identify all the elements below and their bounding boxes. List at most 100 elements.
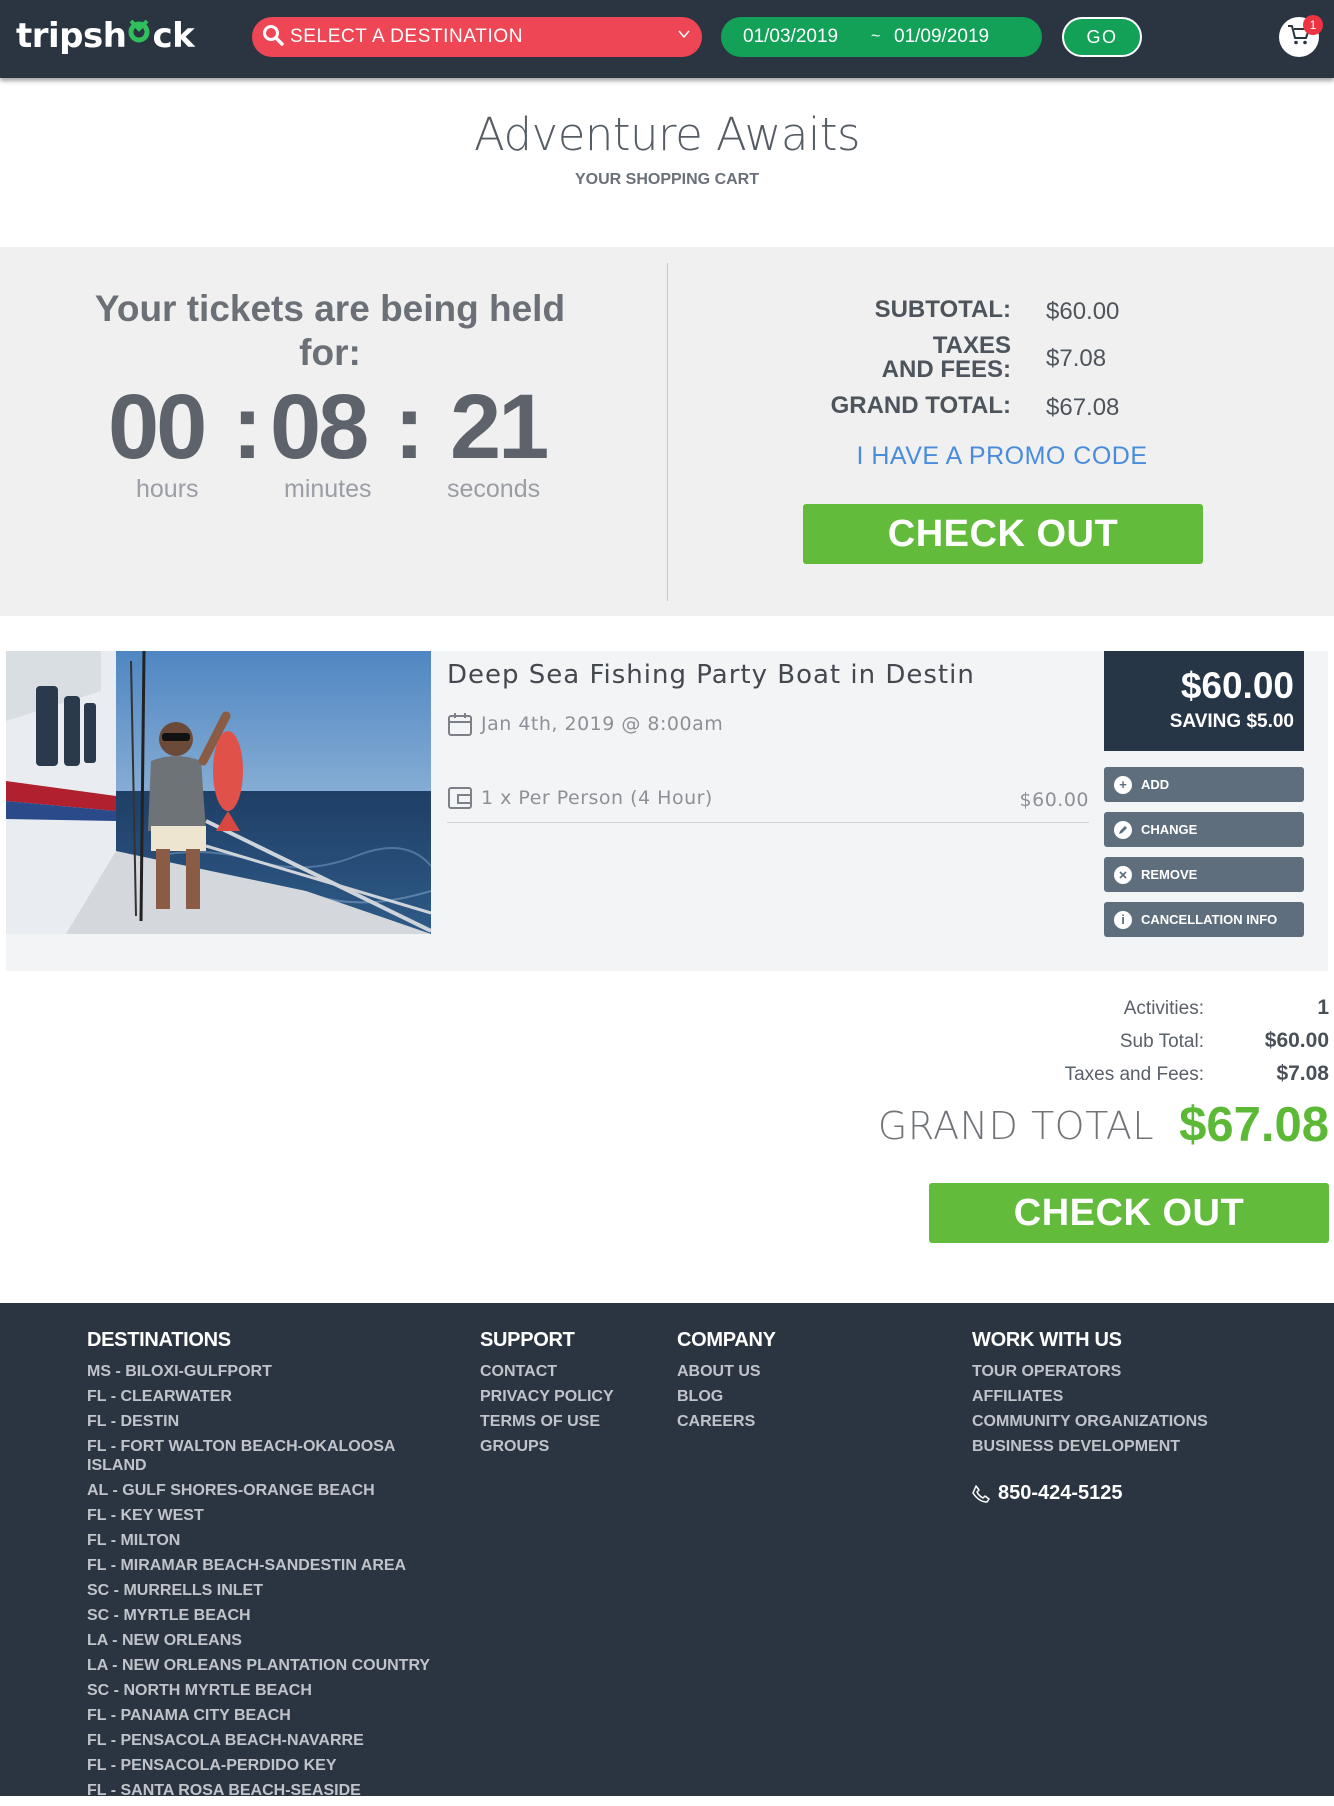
go-button[interactable]: GO	[1062, 17, 1142, 57]
site-footer: DESTINATIONS MS - BILOXI-GULFPORT FL - C…	[0, 1303, 1334, 1799]
countdown-separator: :	[232, 376, 263, 478]
footer-link[interactable]: MS - BILOXI-GULFPORT	[87, 1362, 467, 1381]
footer-link[interactable]: AL - GULF SHORES-ORANGE BEACH	[87, 1481, 467, 1500]
change-button[interactable]: CHANGE	[1104, 812, 1304, 847]
hours-label: hours	[136, 475, 199, 503]
countdown-minutes: 08	[270, 376, 369, 478]
start-date[interactable]: 01/03/2019	[743, 26, 838, 48]
subtotal-label: Sub Total:	[1119, 1031, 1204, 1052]
item-price: $60.00	[1180, 665, 1294, 706]
footer-link[interactable]: AFFILIATES	[972, 1387, 1292, 1406]
cart-item: Deep Sea Fishing Party Boat in Destin Ja…	[6, 651, 1328, 971]
footer-link[interactable]: TERMS OF USE	[480, 1412, 670, 1431]
footer-destinations: DESTINATIONS MS - BILOXI-GULFPORT FL - C…	[87, 1329, 467, 1806]
promo-code-link[interactable]: I HAVE A PROMO CODE	[760, 442, 1244, 471]
footer-link[interactable]: FL - CLEARWATER	[87, 1387, 467, 1406]
footer-link[interactable]: SC - MYRTLE BEACH	[87, 1606, 467, 1625]
add-button-label: ADD	[1141, 777, 1170, 792]
footer-link[interactable]: FL - MILTON	[87, 1531, 467, 1550]
summary-subtotal-value: $60.00	[1046, 298, 1120, 325]
ticket-icon	[447, 785, 473, 811]
end-date[interactable]: 01/09/2019	[894, 26, 989, 48]
footer-link[interactable]: LA - NEW ORLEANS PLANTATION COUNTRY	[87, 1656, 467, 1675]
plus-icon: +	[1114, 775, 1132, 794]
footer-link[interactable]: PRIVACY POLICY	[480, 1387, 670, 1406]
summary-grand-value: $67.08	[1046, 394, 1120, 421]
footer-link[interactable]: ABOUT US	[677, 1362, 927, 1381]
footer-link[interactable]: FL - SANTA ROSA BEACH-SEASIDE	[87, 1781, 467, 1800]
summary-taxes-label-2: AND FEES:	[881, 356, 1011, 383]
top-nav-bar: tripsh ck SELECT A DESTINATION 01/03/2019…	[0, 0, 1334, 78]
footer-support: SUPPORT CONTACT PRIVACY POLICY TERMS OF …	[480, 1329, 670, 1462]
footer-link[interactable]: CAREERS	[677, 1412, 927, 1431]
countdown-seconds: 21	[450, 376, 549, 478]
footer-company: COMPANY ABOUT US BLOG CAREERS	[677, 1329, 927, 1437]
add-button[interactable]: + ADD	[1104, 767, 1304, 802]
cancellation-info-label: CANCELLATION INFO	[1141, 912, 1278, 927]
cart-button[interactable]: 1	[1279, 15, 1323, 57]
taxes-label: Taxes and Fees:	[1064, 1064, 1204, 1085]
destination-select[interactable]: SELECT A DESTINATION	[252, 17, 702, 57]
footer-link[interactable]: FL - PENSACOLA BEACH-NAVARRE	[87, 1731, 467, 1750]
footer-link[interactable]: SC - NORTH MYRTLE BEACH	[87, 1681, 467, 1700]
footer-link[interactable]: BUSINESS DEVELOPMENT	[972, 1437, 1292, 1456]
summary-subtotal-label: SUBTOTAL:	[874, 296, 1011, 323]
change-button-label: CHANGE	[1141, 822, 1198, 837]
footer-link[interactable]: GROUPS	[480, 1437, 670, 1456]
checkout-button-bottom[interactable]: CHECK OUT	[929, 1183, 1329, 1243]
date-separator: ~	[871, 28, 881, 45]
checkout-button-top[interactable]: CHECK OUT	[803, 504, 1203, 564]
phone-icon	[972, 1484, 990, 1503]
footer-link[interactable]: TOUR OPERATORS	[972, 1362, 1292, 1381]
cancellation-info-button[interactable]: i CANCELLATION INFO	[1104, 902, 1304, 937]
footer-link[interactable]: FL - PANAMA CITY BEACH	[87, 1706, 467, 1725]
cart-count-badge: 1	[1303, 15, 1323, 35]
seconds-label: seconds	[447, 475, 541, 503]
page-subtitle: YOUR SHOPPING CART	[574, 171, 759, 188]
footer-link[interactable]: LA - NEW ORLEANS	[87, 1631, 467, 1650]
activities-value: 1	[1317, 996, 1329, 1019]
item-saving: SAVING $5.00	[1169, 711, 1294, 732]
summary-subtotal-row: SUBTOTAL:	[680, 298, 1011, 328]
footer-link[interactable]: FL - FORT WALTON BEACH-OKALOOSA ISLAND	[87, 1437, 427, 1475]
logo-text-left: tripsh	[16, 16, 127, 56]
cart-summary-band: Your tickets are being held for: 00 : 08…	[0, 247, 1334, 616]
band-divider	[667, 263, 668, 601]
grand-total-label: GRAND TOTAL	[877, 1104, 1154, 1148]
footer-phone[interactable]: 850-424-5125	[972, 1482, 1292, 1505]
hold-countdown: 00 : 08 : 21	[100, 377, 580, 477]
ticket-description: 1 x Per Person (4 Hour)	[481, 786, 713, 809]
footer-heading: DESTINATIONS	[87, 1329, 231, 1351]
ticket-price: $60.00	[1019, 789, 1089, 811]
page-title: Adventure Awaits	[474, 108, 861, 161]
activity-date-text: Jan 4th, 2019 @ 8:00am	[481, 713, 724, 735]
countdown-hours: 00	[108, 376, 207, 478]
edit-icon	[1114, 820, 1132, 839]
summary-taxes-row: TAXES AND FEES:	[680, 334, 1011, 384]
search-icon	[262, 24, 284, 51]
chevron-down-icon	[678, 26, 690, 42]
footer-heading: SUPPORT	[480, 1329, 575, 1351]
footer-link[interactable]: SC - MURRELLS INLET	[87, 1581, 467, 1600]
summary-taxes-label-1: TAXES	[932, 332, 1011, 359]
footer-link[interactable]: BLOG	[677, 1387, 927, 1406]
footer-link[interactable]: COMMUNITY ORGANIZATIONS	[972, 1412, 1292, 1431]
logo-pin-icon	[126, 16, 152, 56]
footer-link[interactable]: CONTACT	[480, 1362, 670, 1381]
footer-heading: WORK WITH US	[972, 1329, 1122, 1351]
summary-taxes-value: $7.08	[1046, 345, 1107, 372]
activity-title[interactable]: Deep Sea Fishing Party Boat in Destin	[447, 660, 975, 690]
minutes-label: minutes	[284, 475, 372, 503]
summary-grand-label: GRAND TOTAL:	[830, 392, 1011, 419]
activity-date: Jan 4th, 2019 @ 8:00am	[447, 711, 723, 737]
date-range-picker[interactable]: 01/03/2019 ~ 01/09/2019	[721, 17, 1042, 57]
footer-link[interactable]: FL - PENSACOLA-PERDIDO KEY	[87, 1756, 467, 1775]
remove-button[interactable]: REMOVE	[1104, 857, 1304, 892]
tripshock-logo[interactable]: tripsh ck	[16, 14, 195, 58]
footer-link[interactable]: FL - DESTIN	[87, 1412, 467, 1431]
logo-text-right: ck	[152, 16, 195, 56]
footer-work-with-us: WORK WITH US TOUR OPERATORS AFFILIATES C…	[972, 1329, 1292, 1505]
footer-link[interactable]: FL - MIRAMAR BEACH-SANDESTIN AREA	[87, 1556, 467, 1575]
footer-link[interactable]: FL - KEY WEST	[87, 1506, 467, 1525]
item-price-box: $60.00 SAVING $5.00	[1104, 651, 1304, 751]
